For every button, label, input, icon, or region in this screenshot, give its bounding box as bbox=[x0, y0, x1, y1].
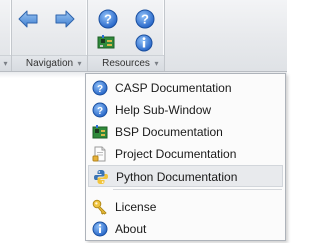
menu-separator bbox=[113, 189, 282, 190]
menu-item-label: License bbox=[115, 200, 157, 214]
info-icon bbox=[135, 34, 153, 52]
document-icon bbox=[92, 146, 108, 162]
menu-item-bsp-documentation[interactable]: BSP Documentation bbox=[88, 121, 283, 143]
forward-button[interactable] bbox=[54, 8, 76, 30]
back-button[interactable] bbox=[17, 8, 39, 30]
help-circle-icon: ? bbox=[135, 9, 155, 29]
help-button[interactable]: ? bbox=[98, 9, 118, 29]
svg-text:?: ? bbox=[97, 106, 103, 117]
help-circle-icon: ? bbox=[98, 9, 118, 29]
arrow-left-icon bbox=[17, 8, 39, 30]
menu-item-license[interactable]: License bbox=[88, 196, 283, 218]
ribbon-group-resources: ? ? Resources ▾ bbox=[88, 0, 165, 71]
help-circle-icon: ? bbox=[92, 80, 108, 96]
ribbon-toolbar: ▾ Navigation ▾ ? ? Resources ▾ bbox=[0, 0, 287, 72]
menu-item-python-documentation[interactable]: Python Documentation bbox=[88, 165, 283, 187]
info-icon bbox=[92, 221, 108, 237]
ribbon-group-navigation: Navigation ▾ bbox=[12, 0, 88, 71]
svg-text:?: ? bbox=[141, 12, 149, 27]
circuit-board-icon bbox=[97, 34, 115, 50]
key-icon bbox=[92, 199, 108, 215]
ribbon-group-label: Navigation bbox=[25, 58, 74, 69]
menu-item-help-sub-window[interactable]: ? Help Sub-Window bbox=[88, 99, 283, 121]
arrow-right-icon bbox=[54, 8, 76, 30]
resources-dropdown-menu: ? CASP Documentation ? Help Sub-Window B… bbox=[85, 73, 286, 241]
dialog-launcher-icon[interactable]: ▾ bbox=[75, 59, 84, 69]
menu-item-label: Help Sub-Window bbox=[115, 103, 212, 117]
menu-item-label: Python Documentation bbox=[116, 170, 238, 184]
help-subwindow-button[interactable]: ? bbox=[135, 9, 155, 29]
about-button[interactable] bbox=[135, 34, 153, 52]
bsp-button[interactable] bbox=[97, 34, 115, 50]
menu-item-about[interactable]: About bbox=[88, 218, 283, 240]
menu-item-label: CASP Documentation bbox=[115, 81, 232, 95]
dropdown-arrow-icon[interactable]: ▾ bbox=[152, 59, 161, 69]
ribbon-group-previous-label-bar: ▾ bbox=[0, 55, 11, 71]
svg-text:?: ? bbox=[104, 12, 112, 27]
help-circle-icon: ? bbox=[92, 102, 108, 118]
menu-item-label: About bbox=[115, 222, 147, 236]
circuit-board-icon bbox=[92, 124, 108, 140]
python-icon bbox=[93, 169, 109, 185]
menu-item-project-documentation[interactable]: Project Documentation bbox=[88, 143, 283, 165]
ribbon-group-navigation-label-bar: Navigation ▾ bbox=[12, 55, 87, 71]
ribbon-group-previous: ▾ bbox=[0, 0, 12, 71]
ribbon-group-resources-label-bar: Resources ▾ bbox=[88, 55, 164, 71]
menu-item-casp-documentation[interactable]: ? CASP Documentation bbox=[88, 77, 283, 99]
menu-item-label: BSP Documentation bbox=[115, 125, 223, 139]
menu-item-label: Project Documentation bbox=[115, 147, 237, 161]
ribbon-group-label: Resources bbox=[102, 58, 150, 69]
dialog-launcher-icon[interactable]: ▾ bbox=[1, 59, 10, 69]
svg-text:?: ? bbox=[97, 84, 103, 95]
ribbon-empty-area bbox=[165, 0, 287, 71]
